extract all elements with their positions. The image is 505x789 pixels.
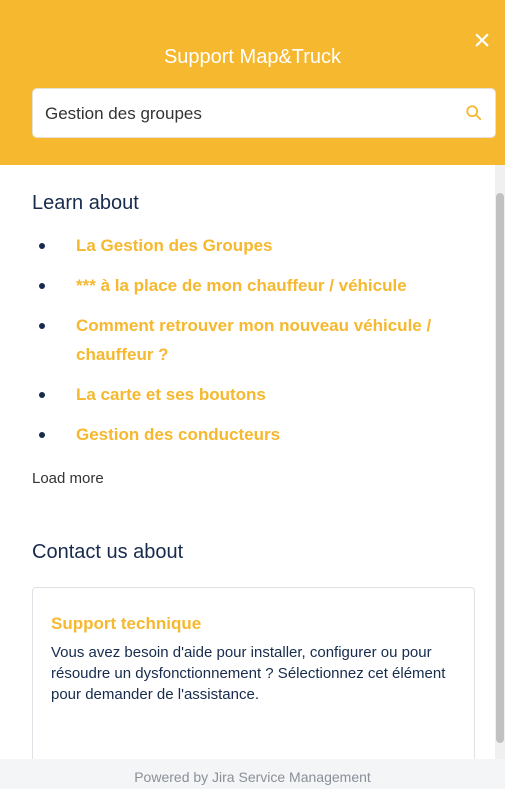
scrollbar[interactable] (495, 165, 505, 759)
support-technique-card[interactable]: Support technique Vous avez besoin d'aid… (32, 587, 475, 767)
footer: Powered by Jira Service Management (0, 759, 505, 789)
list-item: La Gestion des Groupes (32, 232, 472, 261)
article-link[interactable]: Gestion des conducteurs (76, 425, 280, 444)
header-bar: Support Map&Truck × (0, 0, 505, 165)
article-link[interactable]: La Gestion des Groupes (76, 236, 273, 255)
card-title: Support technique (51, 614, 202, 633)
search-box (32, 88, 496, 139)
list-item: Gestion des conducteurs (32, 421, 472, 450)
load-more-link[interactable]: Load more (32, 470, 104, 487)
list-item: *** à la place de mon chauffeur / véhicu… (32, 272, 472, 301)
bullet-icon (39, 243, 45, 249)
bullet-icon (39, 283, 45, 289)
search-input[interactable] (43, 89, 457, 139)
list-item: Comment retrouver mon nouveau véhicule /… (32, 312, 472, 370)
bullet-icon (39, 432, 45, 438)
card-description: Vous avez besoin d'aide pour installer, … (51, 644, 446, 703)
search-icon[interactable] (465, 104, 483, 122)
list-item: La carte et ses boutons (32, 381, 472, 410)
close-button[interactable]: × (469, 26, 495, 56)
footer-text: Powered by Jira Service Management (134, 769, 371, 785)
bullet-icon (39, 323, 45, 329)
article-link[interactable]: Comment retrouver mon nouveau véhicule /… (76, 316, 431, 364)
scrollbar-thumb[interactable] (496, 193, 504, 743)
header-title: Support Map&Truck (163, 46, 342, 68)
article-link[interactable]: La carte et ses boutons (76, 385, 266, 404)
contact-us-title: Contact us about (32, 541, 184, 563)
learn-about-title: Learn about (32, 192, 139, 214)
bullet-icon (39, 392, 45, 398)
article-list: La Gestion des Groupes *** à la place de… (32, 232, 472, 461)
article-link[interactable]: *** à la place de mon chauffeur / véhicu… (76, 276, 407, 295)
